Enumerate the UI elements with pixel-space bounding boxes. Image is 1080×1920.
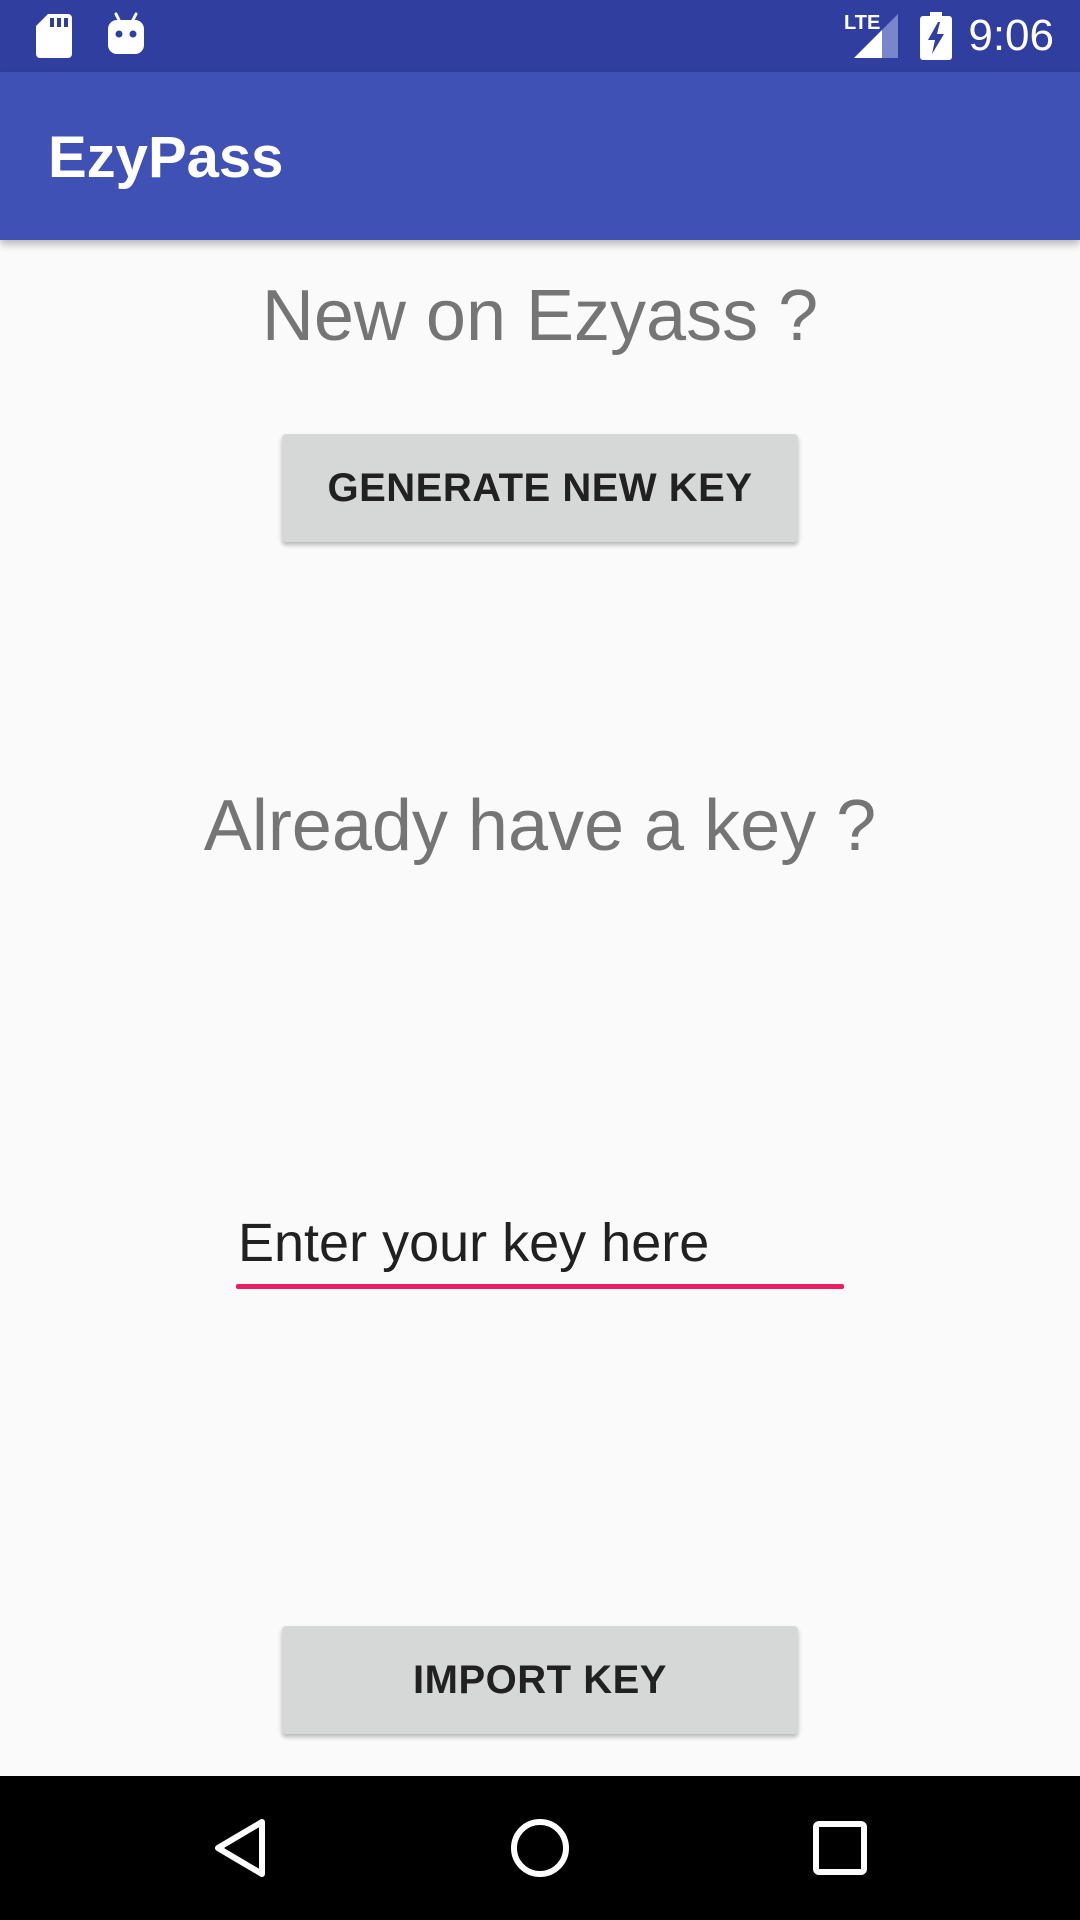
recents-icon[interactable] (804, 1812, 876, 1884)
status-bar: LTE 9:06 (0, 0, 1080, 72)
key-input[interactable] (236, 1200, 844, 1286)
app-title: EzyPass (48, 125, 284, 190)
existing-key-heading: Already have a key ? (203, 786, 877, 866)
generate-new-key-button[interactable]: GENERATE NEW KEY (282, 434, 798, 542)
import-key-button[interactable]: IMPORT KEY (282, 1626, 798, 1734)
home-icon[interactable] (504, 1812, 576, 1884)
status-time: 9:06 (968, 11, 1054, 60)
key-input-underline (236, 1284, 844, 1289)
back-icon[interactable] (204, 1812, 276, 1884)
sd-card-icon (36, 14, 72, 58)
app-bar: EzyPass (0, 72, 1080, 240)
new-user-heading: New on Ezyass ? (261, 276, 819, 356)
key-field[interactable] (236, 1200, 844, 1292)
navigation-bar (0, 1776, 1080, 1920)
android-notification-icon (108, 12, 144, 54)
lte-signal-icon (854, 14, 898, 58)
battery-charging-icon (920, 12, 952, 60)
